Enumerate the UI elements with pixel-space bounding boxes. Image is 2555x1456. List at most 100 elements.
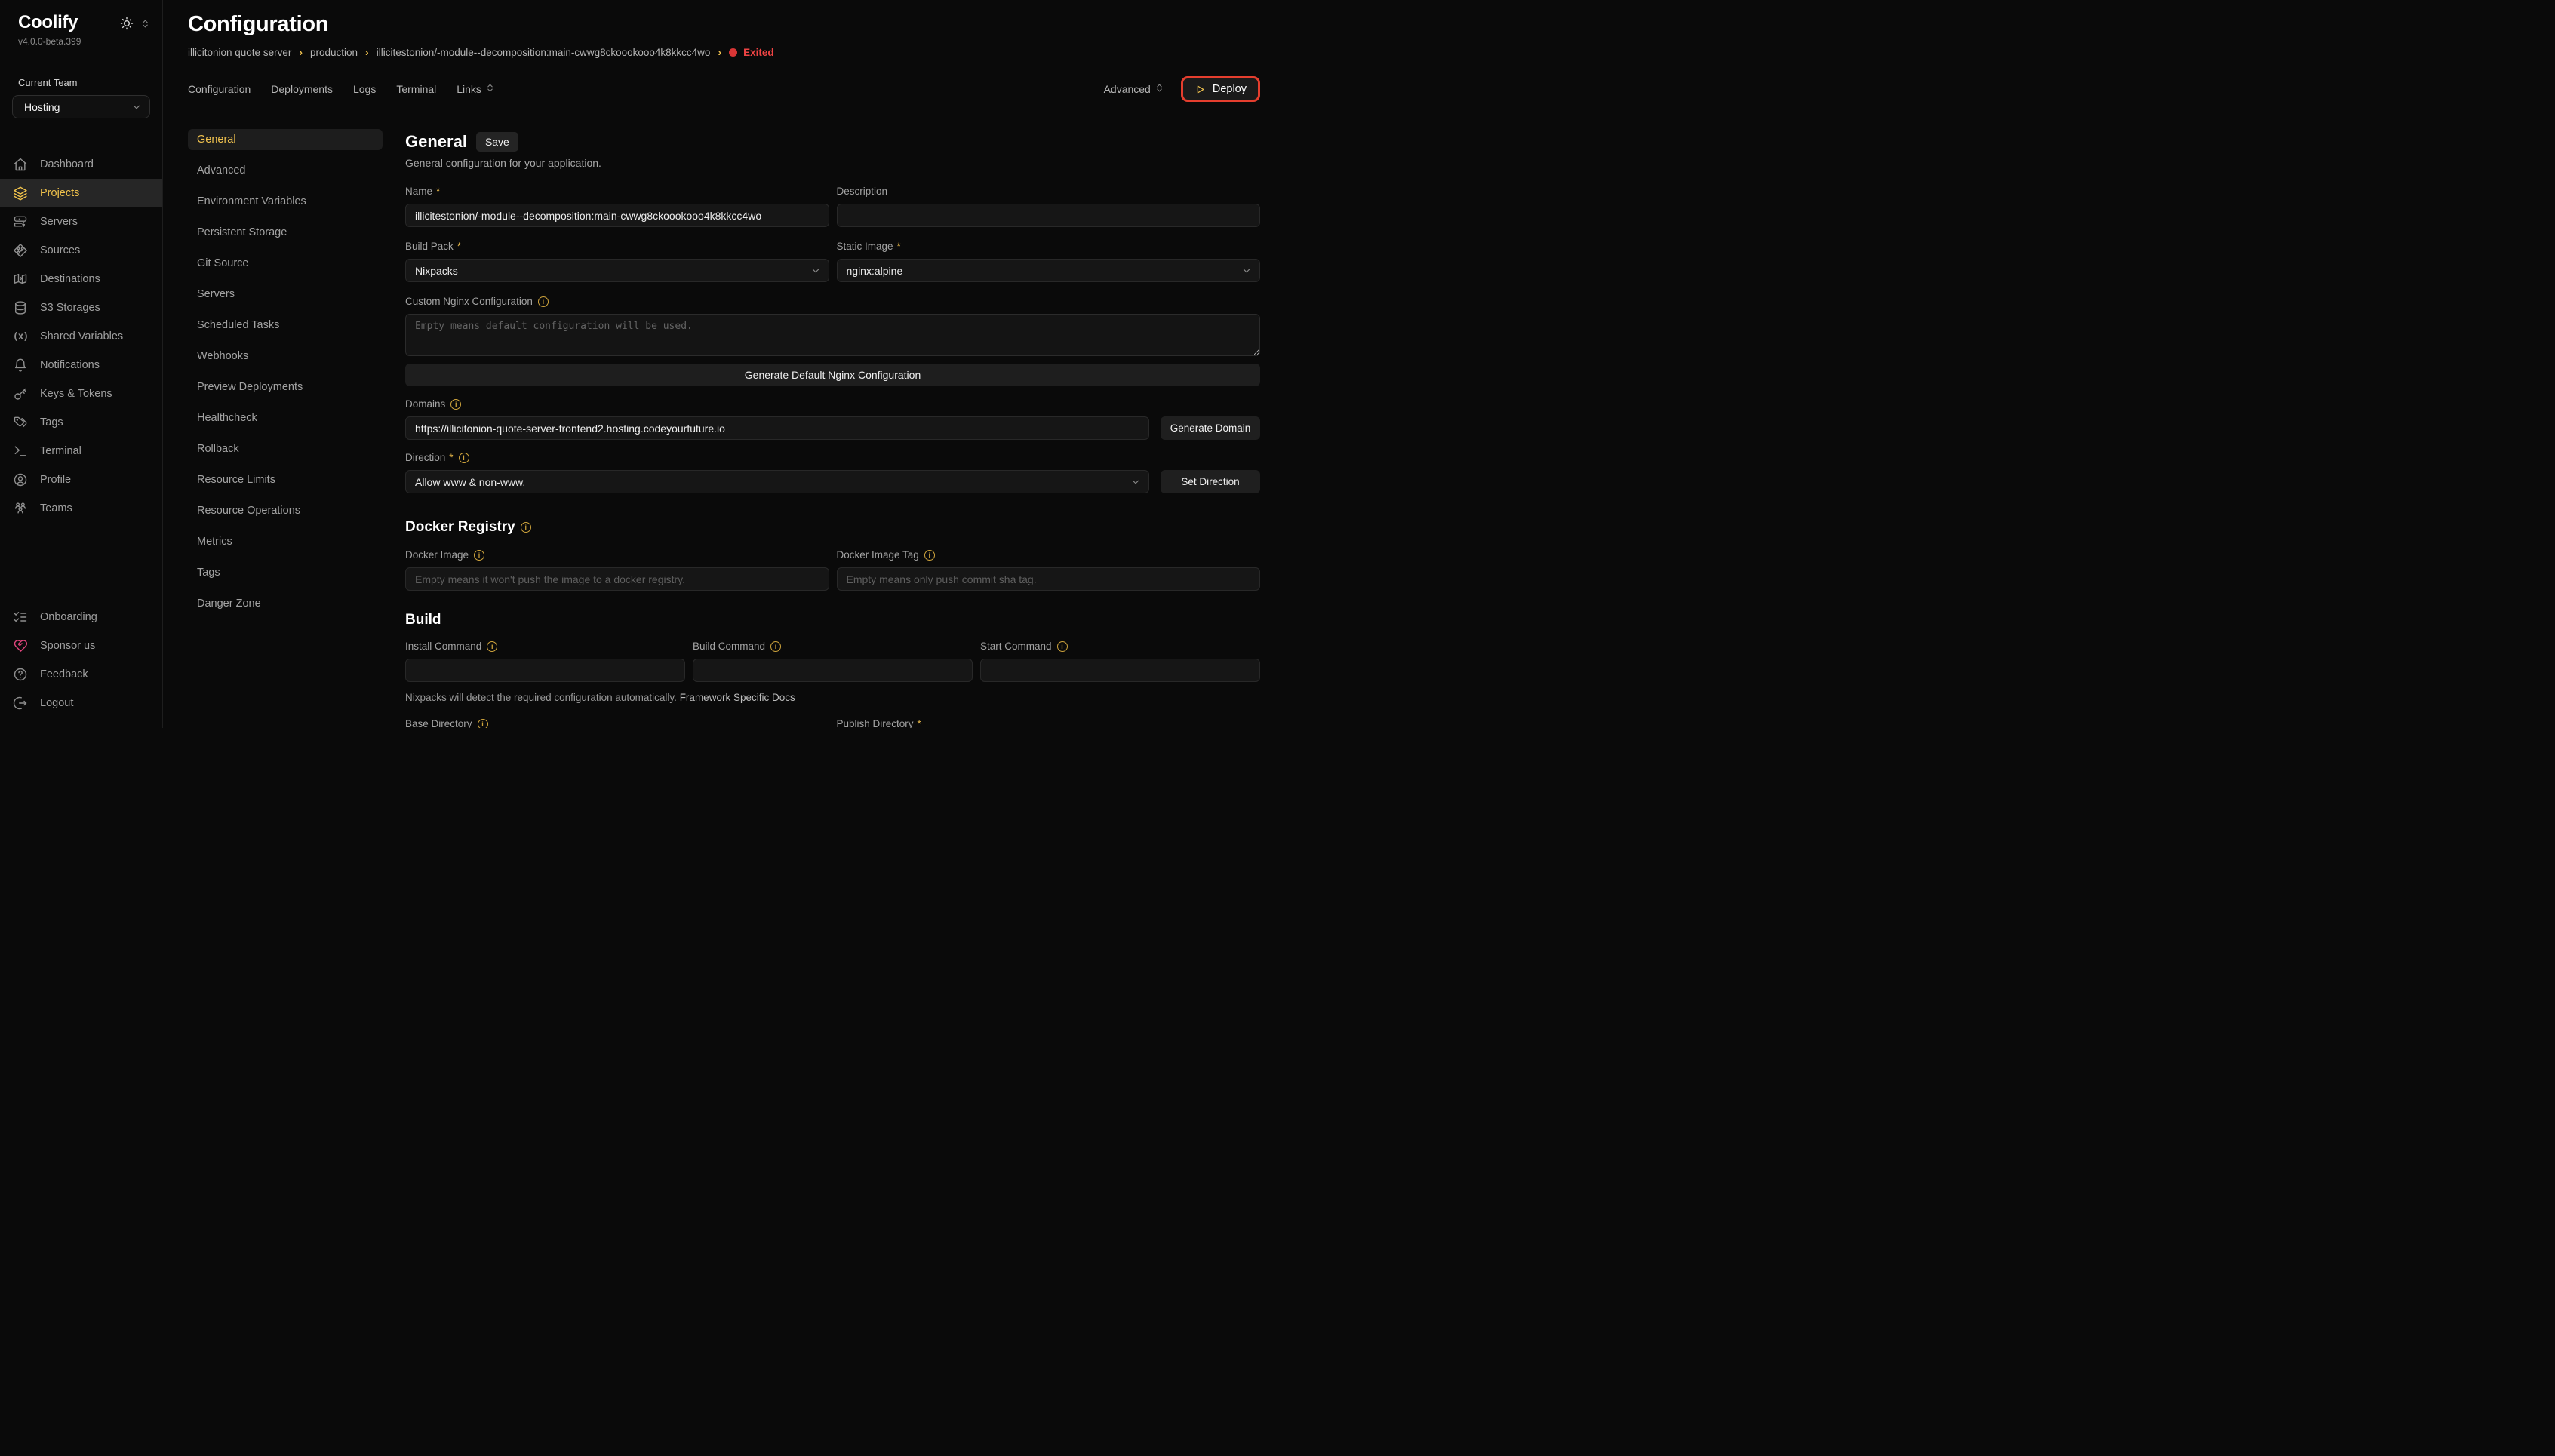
sidebar-item-dashboard[interactable]: Dashboard [0, 150, 162, 179]
info-icon[interactable] [478, 719, 488, 729]
sidebar-footer-nav: Onboarding Sponsor us Feedback Logout [0, 603, 162, 717]
framework-docs-link[interactable]: Framework Specific Docs [680, 692, 795, 703]
team-select[interactable]: Hosting [12, 95, 150, 118]
submenu-item-tags[interactable]: Tags [188, 562, 383, 583]
generate-nginx-button[interactable]: Generate Default Nginx Configuration [405, 364, 1260, 386]
submenu-item-general[interactable]: General [188, 129, 383, 150]
tab-links[interactable]: Links [457, 83, 495, 95]
submenu-item-resource-limits[interactable]: Resource Limits [188, 469, 383, 490]
info-icon[interactable] [521, 522, 531, 533]
chevron-down-icon [131, 102, 142, 112]
submenu-item-danger-zone[interactable]: Danger Zone [188, 593, 383, 614]
sidebar-item-s3-storages[interactable]: S3 Storages [0, 293, 162, 322]
set-direction-button[interactable]: Set Direction [1161, 470, 1260, 493]
logout-icon [12, 695, 29, 711]
generate-domain-button[interactable]: Generate Domain [1161, 416, 1260, 440]
tab-configuration[interactable]: Configuration [188, 83, 251, 95]
tab-logs[interactable]: Logs [353, 83, 376, 95]
sidebar-item-onboarding[interactable]: Onboarding [0, 603, 162, 631]
tab-deployments[interactable]: Deployments [271, 83, 333, 95]
docker-image-tag-input[interactable] [837, 567, 1261, 591]
git-source-icon [12, 242, 29, 259]
app-version: v4.0.0-beta.399 [0, 35, 162, 47]
chevron-right-icon [718, 46, 721, 58]
sidebar-item-sponsor-us[interactable]: Sponsor us [0, 631, 162, 660]
chevron-right-icon [365, 46, 369, 58]
sidebar-item-profile[interactable]: Profile [0, 465, 162, 494]
breadcrumb-application[interactable]: illicitestonion/-module--decomposition:m… [377, 47, 711, 58]
direction-label: Direction [405, 452, 454, 463]
submenu-item-healthcheck[interactable]: Healthcheck [188, 407, 383, 429]
advanced-dropdown[interactable]: Advanced [1104, 83, 1164, 95]
theme-switcher-chevrons-icon[interactable] [140, 19, 150, 32]
info-icon[interactable] [474, 550, 484, 561]
config-submenu: General Advanced Environment Variables P… [188, 129, 383, 728]
sidebar-item-sources[interactable]: Sources [0, 236, 162, 265]
info-icon[interactable] [487, 641, 497, 652]
home-icon [12, 156, 29, 173]
sidebar-item-tags[interactable]: Tags [0, 408, 162, 437]
submenu-item-servers[interactable]: Servers [188, 284, 383, 305]
tab-terminal[interactable]: Terminal [396, 83, 436, 95]
submenu-item-persistent-storage[interactable]: Persistent Storage [188, 222, 383, 243]
submenu-item-environment-variables[interactable]: Environment Variables [188, 191, 383, 212]
sidebar-item-destinations[interactable]: Destinations [0, 265, 162, 293]
sidebar-item-notifications[interactable]: Notifications [0, 351, 162, 379]
description-input[interactable] [837, 204, 1261, 227]
nixpacks-note: Nixpacks will detect the required config… [405, 692, 1260, 703]
breadcrumb-project[interactable]: illicitonion quote server [188, 47, 291, 58]
general-form: General Save General configuration for y… [405, 129, 1260, 728]
sidebar-item-feedback[interactable]: Feedback [0, 660, 162, 689]
name-input[interactable] [405, 204, 829, 227]
submenu-item-metrics[interactable]: Metrics [188, 531, 383, 552]
submenu-item-preview-deployments[interactable]: Preview Deployments [188, 376, 383, 398]
chevrons-up-down-icon [1155, 83, 1164, 95]
build-pack-select[interactable]: Nixpacks [405, 259, 829, 282]
tags-icon [12, 414, 29, 431]
sidebar-item-servers[interactable]: Servers [0, 207, 162, 236]
sidebar-item-projects[interactable]: Projects [0, 179, 162, 207]
submenu-item-git-source[interactable]: Git Source [188, 253, 383, 274]
current-team-label: Current Team [0, 47, 162, 88]
bell-icon [12, 357, 29, 373]
sidebar-item-shared-variables[interactable]: (x) Shared Variables [0, 322, 162, 351]
sidebar-item-logout[interactable]: Logout [0, 689, 162, 717]
sidebar: Coolify v4.0.0-beta.399 Current Team Hos… [0, 0, 163, 728]
info-icon[interactable] [459, 453, 469, 463]
build-command-input[interactable] [693, 659, 973, 682]
info-icon[interactable] [538, 296, 549, 307]
sidebar-item-teams[interactable]: Teams [0, 494, 162, 523]
custom-nginx-label: Custom Nginx Configuration [405, 296, 533, 307]
start-command-input[interactable] [980, 659, 1260, 682]
save-button[interactable]: Save [476, 132, 518, 152]
direction-select[interactable]: Allow www & non-www. [405, 470, 1149, 493]
info-icon[interactable] [1057, 641, 1068, 652]
install-command-input[interactable] [405, 659, 685, 682]
info-icon[interactable] [924, 550, 935, 561]
breadcrumb-environment[interactable]: production [310, 47, 358, 58]
domains-input[interactable] [405, 416, 1149, 440]
start-command-label: Start Command [980, 640, 1052, 652]
publish-directory-label: Publish Directory [837, 718, 921, 728]
custom-nginx-textarea[interactable] [405, 314, 1260, 356]
deploy-button[interactable]: Deploy [1181, 76, 1260, 102]
docker-image-input[interactable] [405, 567, 829, 591]
general-heading: General [405, 132, 467, 152]
submenu-item-rollback[interactable]: Rollback [188, 438, 383, 459]
base-directory-label: Base Directory [405, 718, 472, 728]
checklist-icon [12, 609, 29, 625]
static-image-select[interactable]: nginx:alpine [837, 259, 1261, 282]
sidebar-item-keys-tokens[interactable]: Keys & Tokens [0, 379, 162, 408]
theme-sun-icon[interactable] [119, 16, 134, 35]
general-subtitle: General configuration for your applicati… [405, 157, 1260, 169]
submenu-item-scheduled-tasks[interactable]: Scheduled Tasks [188, 315, 383, 336]
submenu-item-webhooks[interactable]: Webhooks [188, 346, 383, 367]
info-icon[interactable] [770, 641, 781, 652]
help-icon [12, 666, 29, 683]
submenu-item-advanced[interactable]: Advanced [188, 160, 383, 181]
info-icon[interactable] [450, 399, 461, 410]
sidebar-item-terminal[interactable]: Terminal [0, 437, 162, 465]
submenu-item-resource-operations[interactable]: Resource Operations [188, 500, 383, 521]
docker-image-label: Docker Image [405, 549, 469, 561]
key-icon [12, 386, 29, 402]
